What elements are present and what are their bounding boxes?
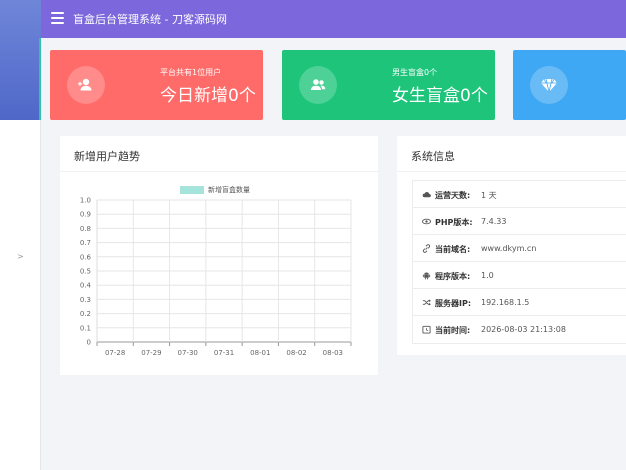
chart-ytick-label: 0.9 — [80, 211, 91, 219]
sidebar-active-indicator — [39, 38, 41, 120]
chart-xtick-label: 07-28 — [105, 349, 125, 357]
info-row-server-ip: 服务器IP: 192.168.1.5 — [413, 289, 626, 316]
chart-ytick-label: 0.6 — [80, 253, 92, 261]
chart-ytick-label: 0.1 — [80, 324, 91, 332]
chart-xtick-label: 08-02 — [286, 349, 306, 357]
diamond-icon — [530, 66, 568, 104]
chart-ytick-label: 0.4 — [80, 282, 92, 290]
user-add-icon — [67, 66, 105, 104]
shuffle-icon — [422, 299, 431, 306]
stat-card-users: 平台共有1位用户 今日新增0个 — [50, 50, 263, 120]
system-info-divider — [397, 171, 626, 172]
users-icon — [299, 66, 337, 104]
android-icon — [422, 272, 431, 280]
chart-ytick-label: 0 — [87, 339, 91, 347]
link-icon — [422, 244, 431, 253]
info-value: www.dkym.cn — [481, 244, 537, 253]
chart-ytick-label: 0.5 — [80, 268, 91, 276]
sidebar-logo-area — [0, 0, 41, 120]
info-label: 服务器IP: — [435, 299, 472, 308]
stat-card-diamond — [513, 50, 626, 120]
header-title: 盲盒后台管理系统 - 刀客源码网 — [73, 13, 227, 26]
new-users-chart: 0 0.1 0.2 0.3 0.4 0.5 0.6 0.7 0.8 0.9 1.0 07-28 07-2… — [80, 197, 352, 357]
info-row-current-time: 当前时间: 2026-08-03 21:13:08 — [413, 316, 626, 343]
cloud-icon — [422, 192, 431, 198]
info-row-php: PHP版本: 7.4.33 — [413, 208, 626, 235]
info-label: 当前域名: — [435, 245, 471, 254]
info-value: 1 天 — [481, 191, 497, 200]
chart-ytick-label: 0.2 — [80, 310, 91, 318]
system-info-list: 运营天数: 1 天 PHP版本: 7.4.33 当前域名: www.dkym.c… — [412, 180, 626, 344]
system-info-title: 系统信息 — [411, 150, 455, 163]
stat-card-boxes-sub: 男生盲盒0个 — [392, 68, 438, 77]
chart-ytick-label: 1.0 — [80, 197, 91, 205]
chart-ytick-label: 0.8 — [80, 225, 91, 233]
stat-card-boxes-main: 女生盲盒0个 — [392, 86, 488, 106]
stat-card-boxes: 男生盲盒0个 女生盲盒0个 — [282, 50, 495, 120]
info-row-version: 程序版本: 1.0 — [413, 262, 626, 289]
chart-xtick-label: 07-30 — [178, 349, 198, 357]
info-value: 2026-08-03 21:13:08 — [481, 325, 566, 334]
info-label: 程序版本: — [435, 272, 471, 281]
chart-xtick-label: 07-29 — [141, 349, 161, 357]
eye-icon — [422, 218, 431, 225]
sidebar-expand-arrow-icon[interactable]: > — [17, 252, 24, 261]
chart-ytick-label: 0.7 — [80, 239, 91, 247]
chart-panel-title: 新增用户趋势 — [74, 150, 140, 163]
info-label: PHP版本: — [435, 218, 473, 227]
menu-toggle-icon[interactable] — [51, 12, 64, 24]
info-row-uptime: 运营天数: 1 天 — [413, 181, 626, 208]
chart-panel: 新增用户趋势 新增盲盒数量 0 0.1 0.2 0.3 0.4 0.5 0.6 0.7 0.8 0… — [60, 136, 378, 375]
clock-icon — [422, 325, 431, 334]
chart-xtick-label: 07-31 — [214, 349, 234, 357]
info-value: 192.168.1.5 — [481, 298, 530, 307]
info-label: 当前时间: — [435, 326, 471, 335]
sidebar: > — [0, 0, 41, 470]
system-info-panel: 系统信息 运营天数: 1 天 PHP版本: 7.4.33 当前域名: www.d… — [397, 136, 626, 355]
top-header: 盲盒后台管理系统 - 刀客源码网 — [41, 0, 626, 38]
chart-ytick-label: 0.3 — [80, 296, 91, 304]
info-row-domain: 当前域名: www.dkym.cn — [413, 235, 626, 262]
stat-card-users-sub: 平台共有1位用户 — [160, 68, 222, 77]
stat-card-users-main: 今日新增0个 — [160, 86, 256, 106]
info-value: 7.4.33 — [481, 217, 507, 226]
info-value: 1.0 — [481, 271, 494, 280]
info-label: 运营天数: — [435, 191, 471, 200]
chart-xtick-label: 08-01 — [250, 349, 270, 357]
chart-xtick-label: 08-03 — [323, 349, 343, 357]
